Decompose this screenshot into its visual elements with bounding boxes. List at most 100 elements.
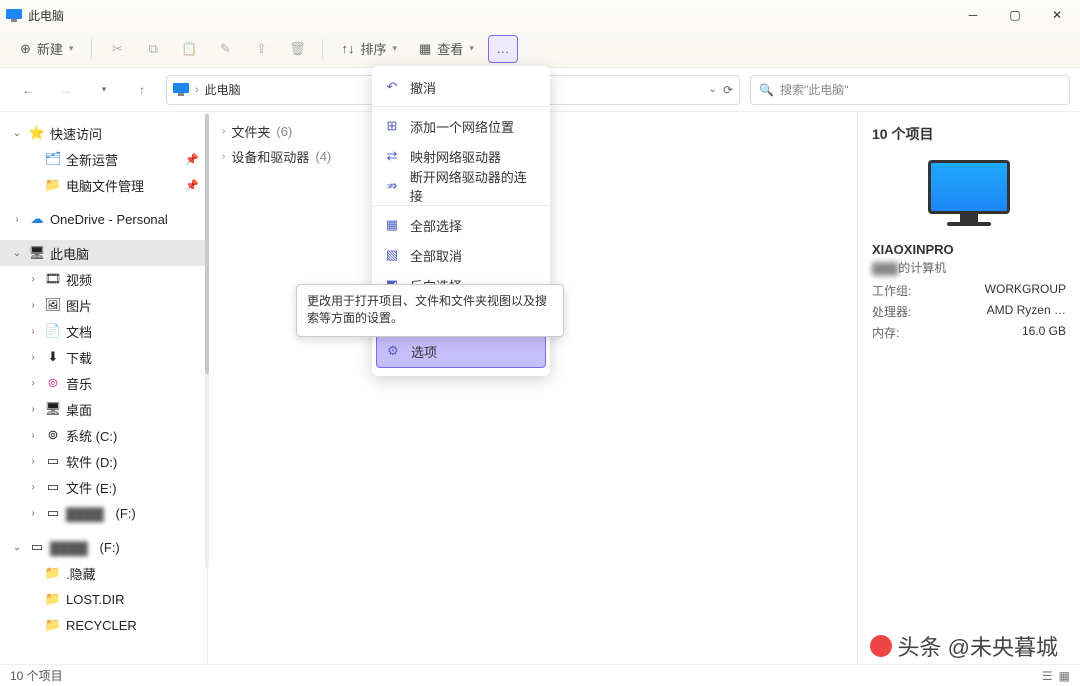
status-text: 10 个项目 — [10, 667, 63, 684]
back-button[interactable]: ← — [14, 76, 42, 104]
sidebar-ext-drive[interactable]: ⌄▭▓▓▓▓ (F:) — [0, 534, 207, 560]
ellipsis-icon: … — [496, 41, 509, 56]
this-pc-icon — [6, 9, 22, 22]
sidebar-item-drive-d[interactable]: ›▭软件 (D:) — [0, 448, 207, 474]
tooltip: 更改用于打开项目、文件和文件夹视图以及搜索等方面的设置。 — [296, 284, 564, 337]
sidebar-item-drive-c[interactable]: ›⊚系统 (C:) — [0, 422, 207, 448]
sidebar-quick-access[interactable]: ⌄⭐快速访问 — [0, 120, 207, 146]
sidebar-item-desktop[interactable]: ›🖥桌面 — [0, 396, 207, 422]
network-icon: ⊞ — [384, 118, 400, 134]
up-button[interactable]: ↑ — [128, 76, 156, 104]
details-view-button[interactable]: ☰ — [1042, 669, 1053, 683]
sidebar-this-pc[interactable]: ⌄🖥此电脑 — [0, 240, 207, 266]
chevron-right-icon: › — [26, 482, 40, 493]
sidebar-item-drive-e[interactable]: ›▭文件 (E:) — [0, 474, 207, 500]
sidebar-onedrive[interactable]: ›☁OneDrive - Personal — [0, 206, 207, 232]
cut-button[interactable]: ✂ — [102, 35, 132, 63]
sidebar-item[interactable]: 📁RECYCLER — [0, 612, 207, 638]
folder-icon: 📁 — [44, 177, 62, 193]
sidebar-item-downloads[interactable]: ›⬇下载 — [0, 344, 207, 370]
toolbar: ⊕新建▾ ✂ ⧉ 📋 ✎ ⇪ 🗑 ↑↓排序▾ ▦查看▾ … — [0, 30, 1080, 68]
window-title: 此电脑 — [28, 7, 64, 24]
chevron-down-icon: ▾ — [469, 43, 474, 54]
copy-button[interactable]: ⧉ — [138, 35, 168, 63]
sidebar-item-documents[interactable]: ›📄文档 — [0, 318, 207, 344]
chevron-right-icon: › — [26, 404, 40, 415]
sort-button[interactable]: ↑↓排序▾ — [333, 35, 405, 63]
forward-button[interactable]: → — [52, 76, 80, 104]
refresh-button[interactable]: ⟳ — [723, 83, 733, 97]
chevron-right-icon: › — [26, 274, 40, 285]
details-heading: 10 个项目 — [872, 124, 1066, 144]
recent-locations-button[interactable]: ▾ — [90, 76, 118, 104]
prop-cpu: 处理器:AMD Ryzen … — [872, 303, 1066, 320]
prop-workgroup: 工作组:WORKGROUP — [872, 282, 1066, 299]
sidebar-item-videos[interactable]: ›🎞视频 — [0, 266, 207, 292]
pin-icon: 📌 — [185, 153, 199, 166]
details-pane: 10 个项目 XIAOXINPRO ▓▓▓的计算机 工作组:WORKGROUP … — [858, 112, 1080, 664]
sidebar-item[interactable]: 📁电脑文件管理📌 — [0, 172, 207, 198]
video-icon: 🎞 — [44, 271, 62, 287]
sidebar-item[interactable]: 📁LOST.DIR — [0, 586, 207, 612]
menu-options[interactable]: ⚙选项 — [376, 334, 546, 368]
chevron-right-icon: › — [26, 430, 40, 441]
clipboard-icon: 📋 — [181, 41, 197, 57]
chevron-down-icon: ⌄ — [10, 542, 24, 553]
chevron-down-icon: ⌄ — [10, 128, 24, 139]
rename-button[interactable]: ✎ — [210, 35, 240, 63]
delete-button[interactable]: 🗑 — [282, 35, 312, 63]
menu-disconnect-drive[interactable]: ⇏断开网络驱动器的连接 — [372, 171, 550, 201]
view-icon: ▦ — [419, 41, 431, 57]
plus-circle-icon: ⊕ — [20, 41, 31, 57]
folder-icon: 📁 — [44, 565, 62, 581]
maximize-button[interactable]: ▢ — [998, 4, 1032, 26]
chevron-right-icon: › — [222, 126, 225, 137]
sidebar-item-pictures[interactable]: ›🖼图片 — [0, 292, 207, 318]
scissors-icon: ✂ — [112, 41, 123, 57]
chevron-right-icon: › — [195, 84, 199, 96]
paste-button[interactable]: 📋 — [174, 35, 204, 63]
chevron-down-icon: ▾ — [69, 43, 74, 54]
options-icon: ⚙ — [385, 343, 401, 359]
menu-select-none[interactable]: ▧全部取消 — [372, 240, 550, 270]
menu-select-all[interactable]: ▦全部选择 — [372, 210, 550, 240]
icons-view-button[interactable]: ▦ — [1059, 669, 1070, 683]
pin-icon: 📌 — [185, 179, 199, 192]
undo-icon: ↶ — [384, 79, 400, 95]
chevron-right-icon: › — [26, 378, 40, 389]
chevron-down-icon: ⌄ — [10, 248, 24, 259]
star-icon: ⭐ — [28, 125, 46, 141]
status-bar: 10 个项目 ☰ ▦ — [0, 664, 1080, 686]
separator — [372, 106, 550, 107]
share-button[interactable]: ⇪ — [246, 35, 276, 63]
new-button[interactable]: ⊕新建▾ — [12, 35, 81, 63]
sidebar-item[interactable]: 📁.隐藏 — [0, 560, 207, 586]
sidebar-item-music[interactable]: ›⊚音乐 — [0, 370, 207, 396]
menu-undo[interactable]: ↶撤消 — [372, 72, 550, 102]
watermark-logo-icon — [870, 635, 892, 657]
sidebar-item-drive-f[interactable]: ›▭▓▓▓▓ (F:) — [0, 500, 207, 526]
view-button[interactable]: ▦查看▾ — [411, 35, 482, 63]
music-icon: ⊚ — [44, 375, 62, 391]
breadcrumb-item[interactable]: 此电脑 — [205, 81, 241, 98]
cloud-icon: ☁ — [28, 211, 46, 227]
trash-icon: 🗑 — [289, 41, 306, 57]
sidebar-item[interactable]: 🗂全新运营📌 — [0, 146, 207, 172]
this-pc-icon: 🖥 — [28, 245, 46, 261]
chevron-down-icon[interactable]: ⌄ — [709, 84, 717, 95]
drive-icon: ⊚ — [44, 427, 62, 443]
more-button[interactable]: … — [488, 35, 518, 63]
search-input[interactable]: 🔍 搜索"此电脑" — [750, 75, 1070, 105]
minimize-button[interactable]: ─ — [956, 4, 990, 26]
chevron-down-icon: ▾ — [392, 43, 397, 54]
chevron-right-icon: › — [26, 352, 40, 363]
close-button[interactable]: ✕ — [1040, 4, 1074, 26]
documents-icon: 📄 — [44, 323, 62, 339]
select-none-icon: ▧ — [384, 247, 400, 263]
downloads-icon: ⬇ — [44, 349, 62, 365]
drive-icon: ▭ — [44, 479, 62, 495]
folder-icon: 📁 — [44, 617, 62, 633]
folder-icon: 🗂 — [44, 151, 62, 167]
menu-add-net-loc[interactable]: ⊞添加一个网络位置 — [372, 111, 550, 141]
copy-icon: ⧉ — [149, 41, 158, 57]
